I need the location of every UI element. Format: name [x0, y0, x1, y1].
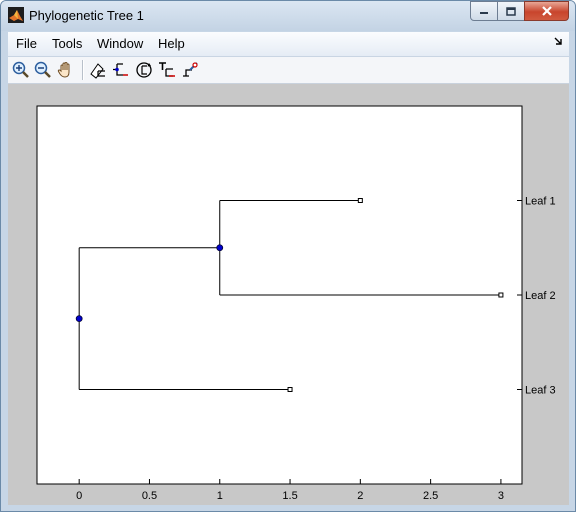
prune-button[interactable]: [180, 60, 200, 80]
collapse-expand-button[interactable]: [111, 60, 131, 80]
leaf-label: Leaf 3: [525, 385, 556, 397]
menu-file[interactable]: File: [16, 36, 37, 51]
phylogenetic-tree-window: Phylogenetic Tree 1 File Tools Window He…: [0, 0, 576, 512]
pan-button[interactable]: [56, 60, 76, 80]
menu-bar: File Tools Window Help: [8, 32, 569, 57]
dock-arrow-icon[interactable]: [554, 37, 563, 46]
pan-hand-icon: [57, 61, 70, 78]
figure-area: 0 0.5 1 1.5 2 2.5 3 Leaf 1 Leaf 2 Leaf 3: [8, 84, 569, 505]
menu-help[interactable]: Help: [158, 36, 185, 51]
rename-node-icon: [159, 62, 175, 77]
inspect-branch-button[interactable]: [88, 60, 108, 80]
menu-window[interactable]: Window: [97, 36, 143, 51]
prune-icon: [183, 62, 198, 77]
maximize-button[interactable]: [497, 1, 525, 21]
zoom-out-icon: [34, 61, 51, 78]
x-tick-label: 2: [357, 490, 363, 502]
minimize-icon: [480, 12, 488, 14]
window-title: Phylogenetic Tree 1: [29, 8, 144, 23]
x-tick-label: 1: [217, 490, 223, 502]
leaf-marker: [287, 387, 293, 392]
matlab-logo-icon: [8, 7, 24, 23]
rename-node-button[interactable]: [157, 60, 177, 80]
title-bar[interactable]: Phylogenetic Tree 1: [1, 1, 575, 31]
minimize-button[interactable]: [470, 1, 498, 21]
x-tick-label: 2.5: [423, 490, 438, 502]
close-icon: [541, 6, 552, 16]
inspect-branch-icon: [90, 63, 105, 79]
window-controls: [470, 1, 569, 21]
close-button[interactable]: [524, 1, 569, 21]
leaf-label: Leaf 2: [525, 290, 556, 302]
zoom-out-button[interactable]: [33, 60, 53, 80]
collapse-expand-icon: [113, 63, 128, 76]
zoom-in-icon: [12, 61, 29, 78]
x-tick-label: 0.5: [142, 490, 157, 502]
x-tick-label: 3: [498, 490, 504, 502]
tree-plot[interactable]: 0 0.5 1 1.5 2 2.5 3 Leaf 1 Leaf 2 Leaf 3: [8, 84, 569, 505]
rotate-branch-button[interactable]: [134, 60, 154, 80]
leaf-label: Leaf 1: [525, 196, 556, 208]
x-tick-label: 0: [76, 490, 82, 502]
menu-tools[interactable]: Tools: [52, 36, 82, 51]
branch-node-marker: [75, 315, 83, 323]
branch-node-marker: [216, 244, 224, 252]
zoom-in-button[interactable]: [11, 60, 31, 80]
toolbar: [8, 57, 569, 84]
leaf-marker: [357, 198, 363, 203]
leaf-labels: Leaf 1 Leaf 2 Leaf 3: [517, 196, 556, 397]
maximize-icon: [506, 6, 516, 16]
x-tick-label: 1.5: [282, 490, 297, 502]
toolbar-separator: [82, 60, 84, 80]
rotate-branch-icon: [136, 62, 152, 78]
leaf-marker: [498, 292, 504, 298]
